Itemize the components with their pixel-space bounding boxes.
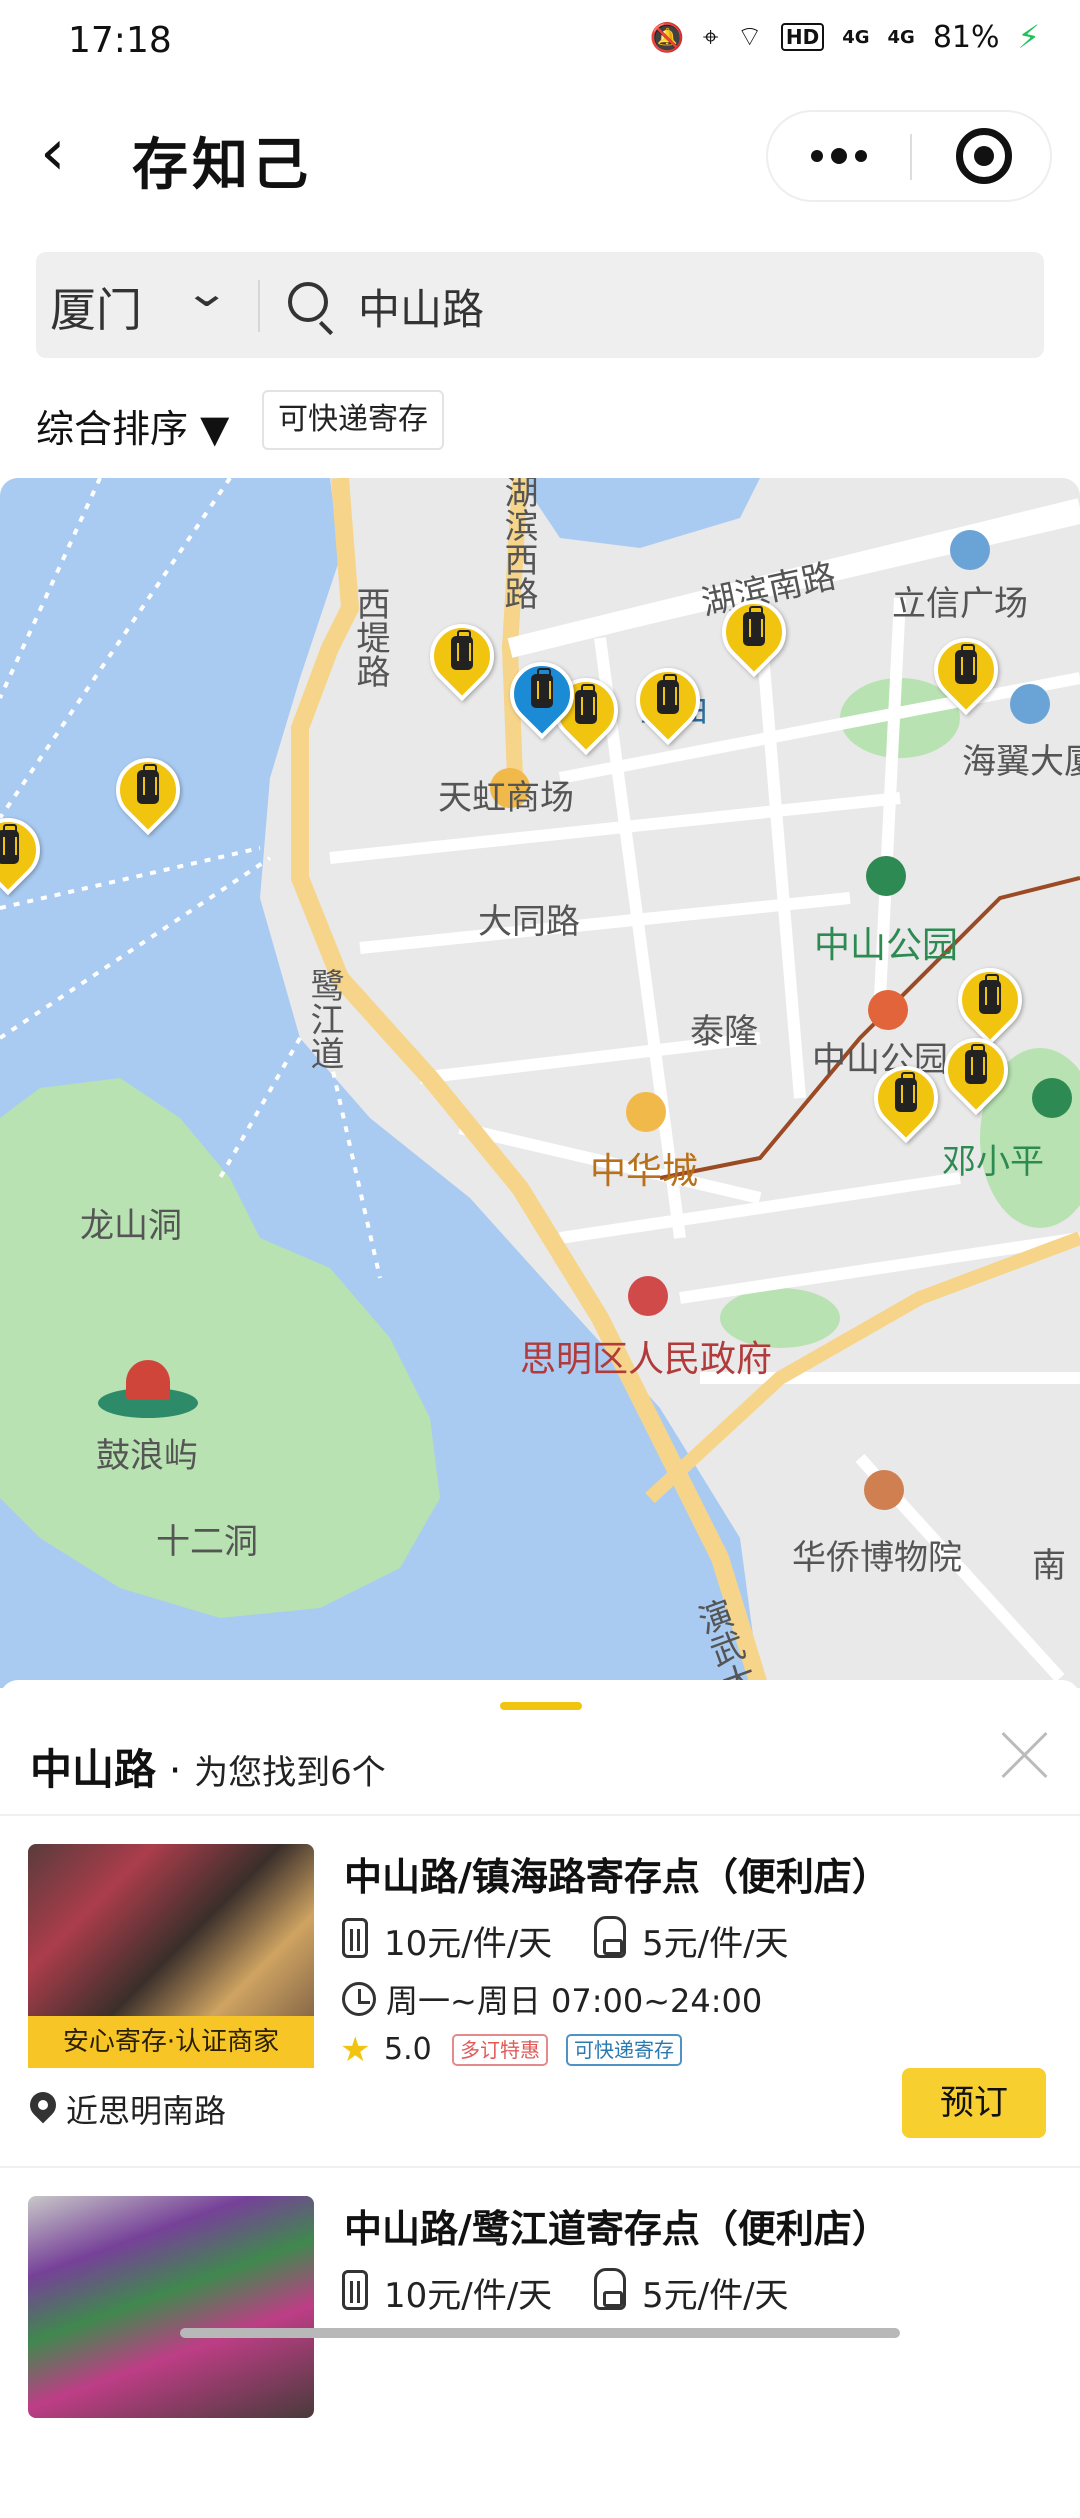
label-gulangyu: 鼓浪屿 [96,1436,198,1476]
metro-icon [868,990,908,1030]
close-program-icon[interactable] [956,128,1012,184]
nearby-road: 近思明南路 [66,2092,227,2130]
rating-value: 5.0 [384,2032,432,2067]
suitcase-price: 10元/件/天 [384,1924,553,1964]
sort-dropdown[interactable]: 综合排序 ▼ [36,398,229,453]
results-count: 为您找到6个 [194,1753,386,1793]
battery-level: 81% [932,19,1000,55]
store-card[interactable]: 安心寄存·认证商家 中山路/镇海路寄存点（便利店） 10元/件/天 5元/件/天… [0,1816,1080,2166]
suitcase-icon [342,2270,368,2310]
label-tianhong-mall: 天虹商场 [438,778,574,818]
express-tag: 可快递寄存 [566,2034,682,2066]
suitcase-price: 10元/件/天 [384,2276,553,2316]
storage-pin[interactable] [920,624,1012,724]
close-icon[interactable] [1000,1730,1050,1780]
label-longshan-cave: 龙山洞 [80,1206,182,1246]
museum-icon [864,1470,904,1510]
express-storage-filter[interactable]: 可快递寄存 [262,390,444,450]
label-xidi-road: 西堤路 [350,586,390,688]
status-bar: 17:18 🔕 ⌖ ⌔ HD 4G 4G 81% ⚡ [0,0,1080,80]
storage-pin[interactable] [930,1024,1022,1124]
city-selector[interactable]: 厦门 [50,274,142,340]
book-button[interactable]: 预订 [902,2068,1046,2138]
capsule-menu [766,110,1052,202]
search-divider [258,280,260,332]
label-zhongshan-park: 中山公园 [814,925,959,966]
backpack-price: 5元/件/天 [642,1924,789,1964]
label-huaqiao-museum: 华侨博物院 [792,1538,962,1578]
storage-pin[interactable] [0,804,54,904]
capsule-divider [910,134,912,180]
label-shier-cave: 十二洞 [156,1522,258,1562]
certified-badge: 安心寄存·认证商家 [28,2016,314,2068]
page-title: 存知己 [132,133,312,198]
park-icon [866,856,906,896]
label-zhonghua-city: 中华城 [590,1151,699,1192]
label-tailong: 泰隆 [690,1012,758,1052]
storage-pin[interactable] [708,586,800,686]
signal-4g-icon: 4G [842,26,870,48]
label-nan: 南 [1032,1546,1066,1586]
sheet-handle[interactable] [500,1702,582,1710]
label-lujiang-road: 鹭江道 [304,968,344,1070]
chevron-down-icon[interactable]: ⌄ [183,270,230,316]
label-hubin-west-road: 湖滨西路 [498,478,538,610]
gulangyu-landmark-icon [88,1358,208,1428]
storage-pin[interactable] [416,610,508,710]
search-input[interactable]: 中山路 [358,276,484,337]
more-icon[interactable] [768,112,910,200]
lake-area [520,478,760,548]
label-lixin-plaza: 立信广场 [892,584,1028,624]
suitcase-icon [342,1918,368,1958]
label-deng-xiaoping: 邓小平 [942,1142,1044,1182]
results-dot: · [168,1748,182,1794]
search-bar: 厦门 ⌄ 中山路 [36,252,1044,358]
label-haiyi: 海翼大厦 [962,742,1080,782]
signal-4g-icon: 4G [887,26,915,48]
store-title: 中山路/鹭江道寄存点（便利店） [344,2207,890,2251]
building-icon [1010,684,1050,724]
map-view[interactable]: 湖滨西路 湖滨南路 立信广场 西堤路 墨曲 海翼大厦 天虹商场 中山公园 大同路… [0,478,1080,1688]
hd-icon: HD [780,23,825,51]
building-icon [950,530,990,570]
status-time: 17:18 [68,20,172,61]
shopping-icon [626,1092,666,1132]
home-indicator[interactable] [180,2328,900,2338]
storage-pin[interactable] [860,1052,952,1152]
label-datong-road: 大同路 [478,902,580,942]
filter-bar: 综合排序 ▼ 可快递寄存 [0,380,1080,476]
storage-pin[interactable] [622,654,714,754]
label-siming-gov: 思明区人民政府 [520,1339,773,1380]
location-pin-icon [24,2086,62,2124]
current-location-pin[interactable] [496,648,588,748]
store-photo [28,2196,314,2418]
backpack-icon [594,2268,626,2310]
wifi-icon: ⌔ [736,19,763,53]
status-icons: 🔕 ⌖ ⌔ HD 4G 4G 81% ⚡ [650,18,1040,56]
bell-off-icon: 🔕 [649,20,685,54]
backpack-price: 5元/件/天 [642,2276,789,2316]
mini-program-header: ‹ 存知己 [0,90,1080,220]
results-keyword: 中山路 [30,1745,157,1794]
store-title: 中山路/镇海路寄存点（便利店） [344,1855,890,1899]
government-icon [628,1276,668,1316]
attraction-icon [1032,1078,1072,1118]
opening-hours: 周一~周日 07:00~24:00 [386,1982,763,2020]
back-icon[interactable]: ‹ [40,118,100,188]
clock-icon [342,1982,376,2016]
search-icon [288,282,328,322]
backpack-icon [594,1916,626,1958]
storage-pin[interactable] [102,744,194,844]
discount-tag: 多订特惠 [452,2034,548,2066]
charging-icon: ⚡ [1017,18,1040,56]
star-icon: ★ [340,2030,371,2070]
store-card[interactable]: 中山路/鹭江道寄存点（便利店） 10元/件/天 5元/件/天 [0,2168,1080,2518]
results-sheet: 中山路 · 为您找到6个 安心寄存·认证商家 中山路/镇海路寄存点（便利店） 1… [0,1680,1080,2418]
location-icon: ⌖ [702,20,719,53]
results-header: 中山路 · 为您找到6个 [30,1736,386,1797]
